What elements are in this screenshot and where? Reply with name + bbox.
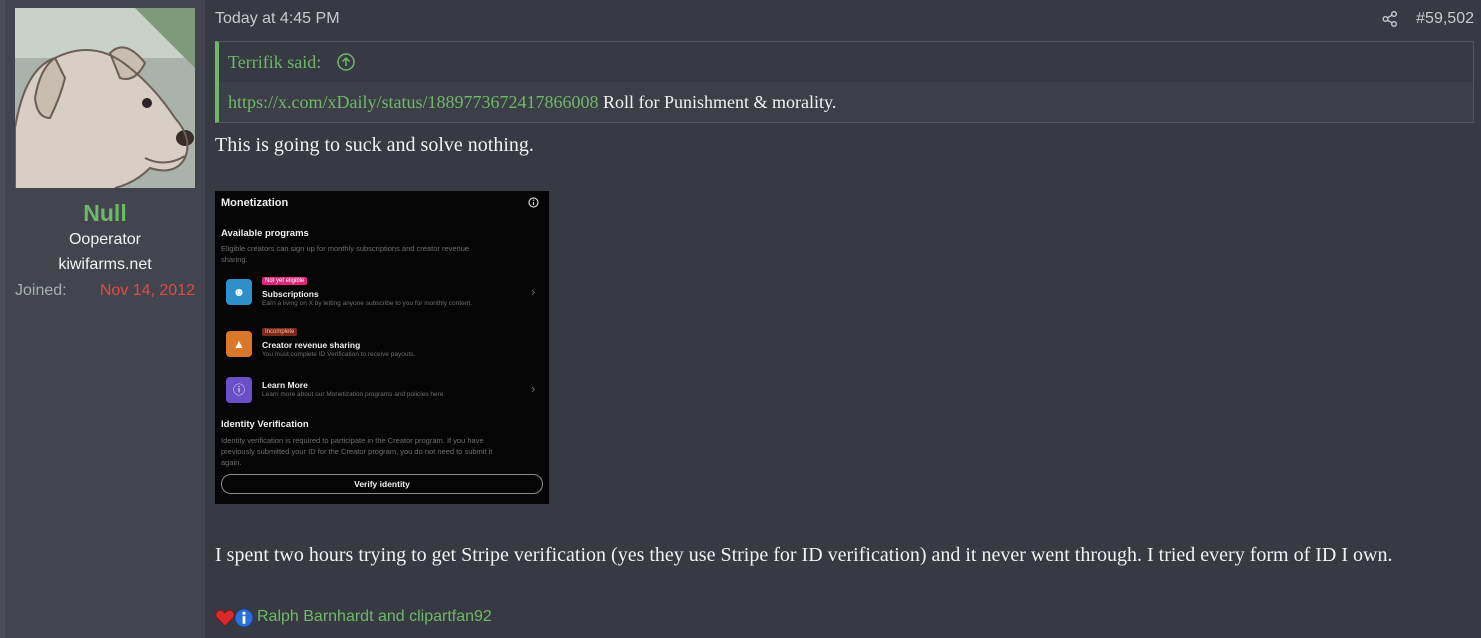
joined-label: Joined:	[15, 282, 67, 299]
quote-author[interactable]: Terrifik said:	[228, 52, 321, 73]
chevron-right-icon: ›	[531, 284, 536, 299]
learn-more-desc: Learn more about our Monetization progra…	[262, 391, 446, 398]
learn-more-title: Learn More	[262, 380, 308, 390]
identity-desc-3: again.	[221, 458, 242, 467]
subscriptions-icon: ☻	[226, 279, 252, 305]
username[interactable]: Null	[5, 200, 205, 227]
heart-icon	[215, 609, 235, 627]
subscriptions-desc: Earn a living on X by letting anyone sub…	[262, 300, 472, 307]
arrow-up-circle-icon[interactable]	[336, 52, 356, 72]
identity-desc-2: previously submitted your ID for the Cre…	[221, 447, 493, 456]
joined-date: Nov 14, 2012	[99, 282, 195, 299]
attach-available-sub1: Eligible creators can sign up for monthl…	[221, 244, 470, 253]
quote-header	[219, 42, 1473, 82]
message-text-2: I spent two hours trying to get Stripe v…	[215, 544, 1393, 566]
revenue-desc: You must complete ID Verification to rec…	[262, 351, 416, 358]
attachment-image[interactable]: Monetization Available programs Eligible…	[215, 191, 549, 504]
dog-avatar-image	[15, 8, 195, 188]
learn-more-icon: ⓘ	[226, 377, 252, 403]
quote-block: Terrifik said: https://x.com/xDaily/stat…	[215, 41, 1474, 123]
quote-body: https://x.com/xDaily/status/188977367241…	[228, 92, 836, 113]
post-container: Null Ooperator kiwifarms.net Joined: Nov…	[0, 0, 1481, 638]
attach-available-title: Available programs	[221, 228, 309, 239]
revenue-fire-icon: ▲	[226, 331, 252, 357]
chevron-right-icon: ›	[531, 381, 536, 396]
post-timestamp[interactable]: Today at 4:45 PM	[215, 10, 340, 28]
user-title: Ooperator	[68, 231, 142, 248]
user-site: kiwifarms.net	[58, 256, 152, 273]
info-icon	[234, 608, 254, 628]
subscriptions-title: Subscriptions	[262, 289, 319, 299]
info-circle-icon	[528, 197, 539, 208]
post-number-link[interactable]: #59,502	[1416, 10, 1474, 28]
identity-desc-1: Identity verification is required to par…	[221, 436, 484, 445]
revenue-title: Creator revenue sharing	[262, 340, 361, 350]
revenue-badge: Incomplete	[262, 328, 298, 336]
quote-link[interactable]: https://x.com/xDaily/status/188977367241…	[228, 92, 599, 112]
subscriptions-badge: Not yet eligible	[262, 277, 308, 285]
quote-text: Roll for Punishment & morality.	[598, 92, 837, 112]
attach-available-sub2: sharing.	[221, 255, 248, 264]
verify-identity-button: Verify identity	[221, 474, 543, 494]
identity-title: Identity Verification	[221, 419, 309, 430]
reaction-names[interactable]: Ralph Barnhardt and clipartfan92	[257, 608, 492, 626]
avatar[interactable]	[15, 8, 195, 188]
attach-header: Monetization	[221, 197, 289, 209]
share-icon[interactable]	[1381, 10, 1399, 28]
message-text-1: This is going to suck and solve nothing.	[215, 134, 534, 156]
user-info-panel: Null Ooperator kiwifarms.net Joined: Nov…	[0, 0, 205, 638]
